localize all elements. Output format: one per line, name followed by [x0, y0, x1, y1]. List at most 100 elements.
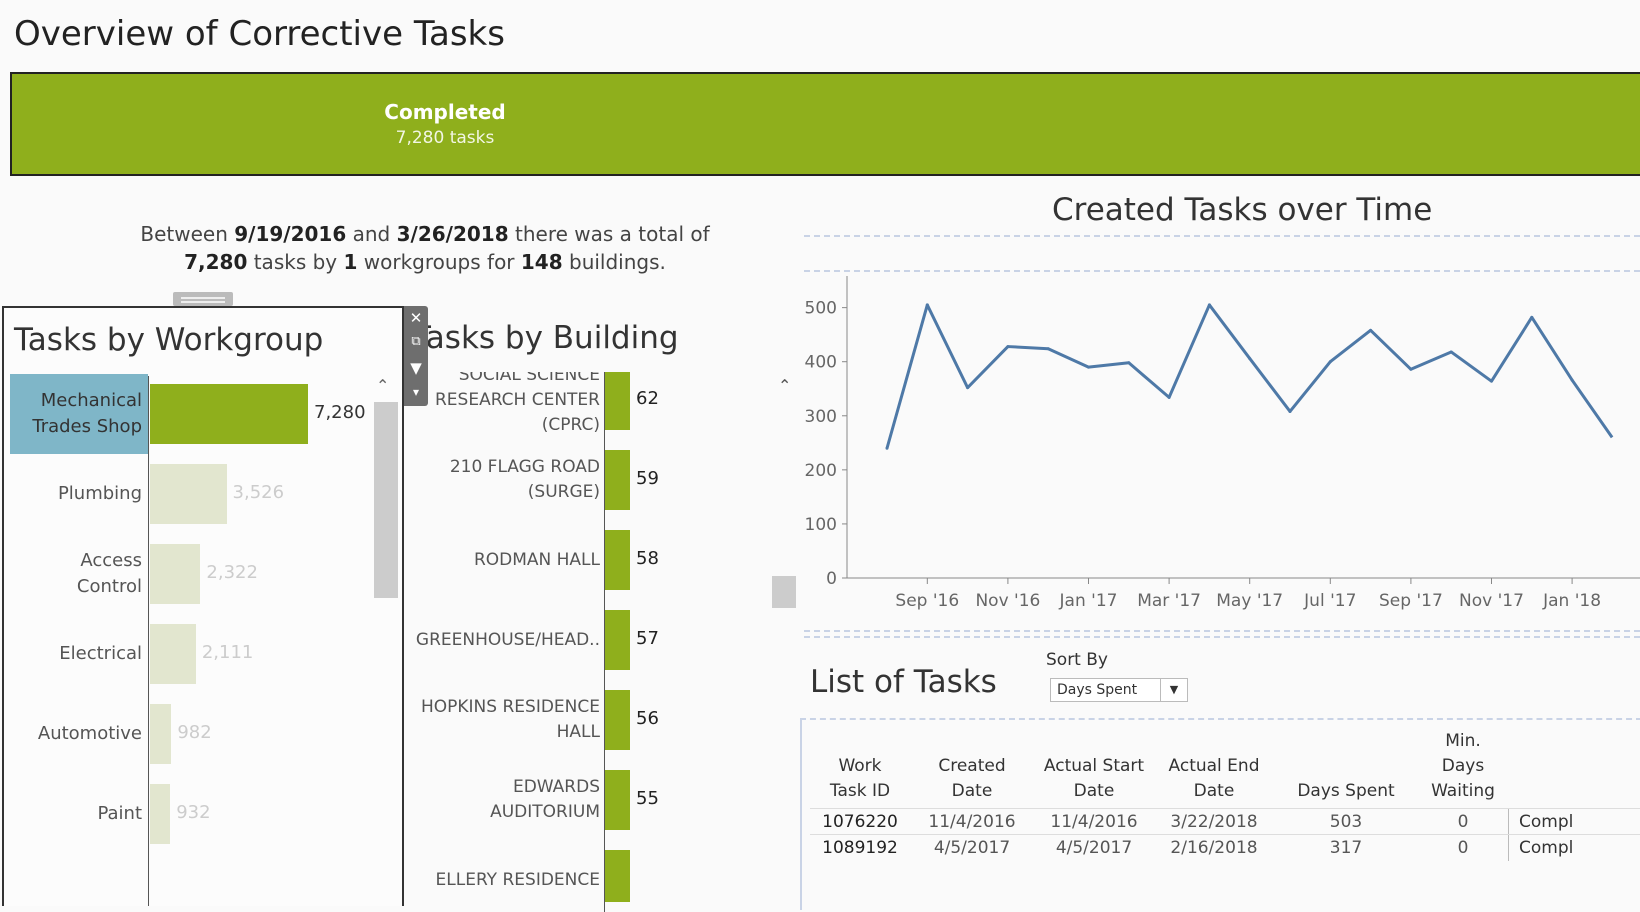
- table-cell-end: 2/16/2018: [1170, 838, 1258, 858]
- column-header[interactable]: Actual Start Date: [1029, 754, 1159, 804]
- workgroup-bar-row[interactable]: Access Control 2,322: [10, 534, 390, 614]
- data-point: [1207, 303, 1211, 307]
- column-header[interactable]: Actual End Date: [1159, 754, 1269, 804]
- building-bar-row[interactable]: HOPKINS RESIDENCE HALL 56: [404, 688, 664, 768]
- building-bar-row[interactable]: 210 FLAGG ROAD (SURGE) 59: [404, 448, 664, 528]
- building-axis-line: [604, 372, 605, 912]
- building-value-label: 57: [636, 628, 659, 649]
- table-cell-end: 3/22/2018: [1170, 812, 1258, 832]
- tasks-table: Work Task ID Created Date Actual Start Date Ac…: [800, 718, 1640, 910]
- summary-text-part: there was a total of: [508, 222, 710, 246]
- y-tick-label: 400: [805, 353, 837, 373]
- workgroup-bar[interactable]: [150, 784, 171, 844]
- summary-text: Between 9/19/2016 and 3/26/2018 there wa…: [90, 220, 760, 276]
- building-bar-row[interactable]: EDWARDS AUDITORIUM 55: [404, 768, 664, 848]
- divider: [804, 636, 1640, 638]
- workgroup-bar-row[interactable]: Plumbing 3,526: [10, 454, 390, 534]
- page-title: Overview of Corrective Tasks: [14, 14, 505, 54]
- building-bar[interactable]: [604, 610, 630, 670]
- close-icon[interactable]: ✕: [404, 306, 428, 330]
- column-header[interactable]: Days Spent: [1281, 779, 1411, 804]
- workgroup-bar-row[interactable]: Mechanical Trades Shop 7,280: [10, 374, 390, 454]
- data-point: [1006, 345, 1010, 349]
- more-options-icon[interactable]: ▾: [404, 380, 428, 404]
- column-header[interactable]: Min. Days Waiting: [1418, 729, 1508, 804]
- building-label: SOCIAL SCIENCE RESEARCH CENTER (CPRC): [434, 372, 600, 435]
- summary-text-part: workgroups for: [357, 250, 521, 274]
- workgroup-value-label: 2,111: [201, 642, 254, 663]
- building-bar[interactable]: [604, 450, 630, 510]
- workgroup-bar[interactable]: [150, 464, 227, 524]
- line-chart[interactable]: 0 100 200 300 400 500 Sep '16 Nov '16 Jan '17 Mar…: [790, 276, 1640, 628]
- sort-by-dropdown[interactable]: Days Spent ▼: [1050, 678, 1188, 702]
- tasks-list-title: List of Tasks: [810, 664, 997, 700]
- sort-by-value: Days Spent: [1057, 682, 1138, 698]
- filter-icon[interactable]: ▼: [404, 356, 428, 380]
- table-cell-days: 317: [1329, 838, 1363, 858]
- column-header-line: Date: [1073, 781, 1115, 801]
- workgroup-bar[interactable]: [150, 704, 172, 764]
- building-bar-row[interactable]: GREENHOUSE/HEAD.. 57: [404, 608, 664, 688]
- column-header-line: Date: [951, 781, 993, 801]
- building-bar[interactable]: [604, 770, 630, 830]
- table-row[interactable]: 1076220 11/4/2016 11/4/2016 3/22/2018 503 0 Co…: [810, 808, 1640, 835]
- table-cell-created: 11/4/2016: [928, 812, 1016, 832]
- workgroup-axis-line: [148, 376, 149, 906]
- column-header-line: Actual Start: [1043, 756, 1145, 776]
- table-cell-waiting: 0: [1457, 838, 1469, 858]
- building-bar[interactable]: [604, 850, 630, 902]
- building-label: GREENHOUSE/HEAD..: [415, 629, 600, 650]
- building-bar[interactable]: [604, 690, 630, 750]
- column-header-line: Created: [938, 756, 1006, 776]
- data-point: [1087, 365, 1090, 369]
- status-count: 7,280 tasks: [395, 128, 495, 148]
- table-cell-id: 1089192: [822, 838, 898, 858]
- building-bar[interactable]: [604, 372, 630, 430]
- status-banner[interactable]: Completed 7,280 tasks: [10, 72, 1640, 176]
- table-row[interactable]: 1089192 4/5/2017 4/5/2017 2/16/2018 317 0 Comp…: [810, 834, 1640, 861]
- column-header[interactable]: Work Task ID: [805, 754, 915, 804]
- workgroup-bar[interactable]: [150, 384, 308, 444]
- workgroup-label: Mechanical Trades Shop: [10, 374, 148, 454]
- building-label: RODMAN HALL: [473, 549, 600, 570]
- y-tick-label: 100: [805, 515, 837, 535]
- data-point: [1369, 328, 1373, 332]
- workgroup-value-label: 7,280: [314, 402, 366, 423]
- building-chart-title: Tasks by Building: [412, 320, 679, 356]
- column-header-line: Min.: [1445, 731, 1481, 751]
- workgroup-bar-row[interactable]: Electrical 2,111: [10, 614, 390, 694]
- building-bar[interactable]: [604, 530, 630, 590]
- drag-handle[interactable]: [173, 292, 233, 306]
- table-cell-status: Compl: [1508, 835, 1628, 861]
- data-point: [925, 303, 929, 307]
- summary-workgroup-count: 1: [343, 250, 358, 274]
- data-point: [1409, 367, 1413, 371]
- workgroup-bar[interactable]: [150, 624, 196, 684]
- column-header-line: Waiting: [1431, 781, 1495, 801]
- summary-building-count: 148: [520, 250, 563, 274]
- x-tick-label: Sep '16: [895, 591, 959, 611]
- summary-start-date: 9/19/2016: [234, 222, 347, 246]
- column-header[interactable]: Created Date: [917, 754, 1027, 804]
- workgroup-value-label: 3,526: [232, 482, 285, 503]
- data-point: [1570, 378, 1574, 382]
- series-line: [885, 303, 1614, 449]
- workgroup-bar[interactable]: [150, 544, 201, 604]
- data-point: [1127, 361, 1131, 365]
- building-bar-row[interactable]: ELLERY RESIDENCE: [404, 848, 664, 902]
- summary-text-part: buildings.: [562, 250, 666, 274]
- workgroup-bar-row[interactable]: Paint 932: [10, 774, 390, 854]
- summary-text-part: tasks by: [247, 250, 344, 274]
- workgroup-panel[interactable]: Tasks by Workgroup Mechanical Trades Sho…: [2, 306, 404, 906]
- panel-toolbar: ✕ ⧉ ▼ ▾: [404, 306, 428, 406]
- building-label: EDWARDS AUDITORIUM: [490, 777, 600, 822]
- workgroup-scroll-up-icon[interactable]: ⌃: [376, 376, 389, 395]
- workgroup-bar-row[interactable]: Automotive 982: [10, 694, 390, 774]
- summary-text-part: and: [346, 222, 397, 246]
- workgroup-scrollbar-thumb[interactable]: [374, 402, 398, 598]
- popout-icon[interactable]: ⧉: [404, 330, 428, 354]
- sort-by-label: Sort By: [1046, 650, 1108, 670]
- building-bar-row[interactable]: RODMAN HALL 58: [404, 528, 664, 608]
- building-value-label: 59: [636, 468, 659, 489]
- building-bar-row[interactable]: SOCIAL SCIENCE RESEARCH CENTER (CPRC) 62: [404, 372, 664, 448]
